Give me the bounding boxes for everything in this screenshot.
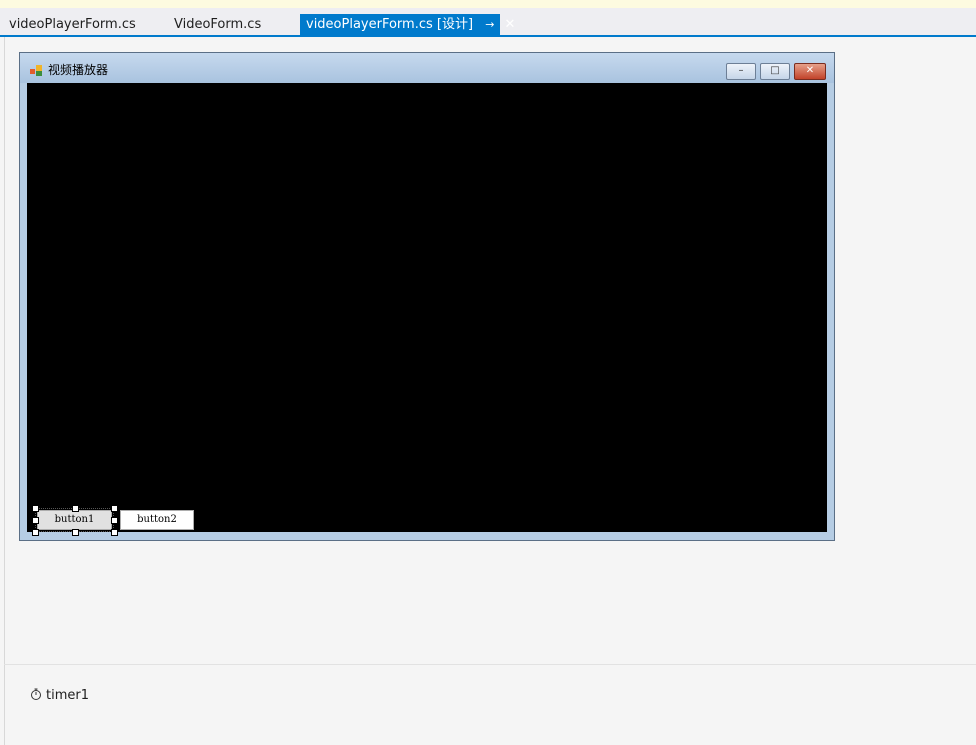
- resize-handle[interactable]: [111, 529, 118, 536]
- resize-handle[interactable]: [32, 517, 39, 524]
- resize-handle[interactable]: [111, 517, 118, 524]
- pin-icon[interactable]: →: [485, 14, 494, 35]
- resize-handle[interactable]: [32, 529, 39, 536]
- minimize-icon[interactable]: –: [726, 63, 756, 80]
- form-app-icon: [30, 65, 42, 76]
- tab-videoplayerform-design[interactable]: videoPlayerForm.cs [设计] → ✕: [300, 14, 515, 35]
- component-tray: [4, 665, 976, 745]
- tab-label: videoPlayerForm.cs: [9, 17, 136, 32]
- resize-handle[interactable]: [32, 505, 39, 512]
- form-title-bar[interactable]: 视频播放器 – □ ✕: [20, 53, 834, 83]
- close-icon[interactable]: ✕: [794, 63, 826, 80]
- tab-videoform-cs[interactable]: VideoForm.cs: [168, 16, 267, 34]
- resize-handle[interactable]: [72, 505, 79, 512]
- resize-handle[interactable]: [72, 529, 79, 536]
- video-client-area[interactable]: button1 button2: [27, 83, 827, 536]
- tab-videoplayerform-cs[interactable]: videoPlayerForm.cs: [3, 16, 142, 34]
- tab-label: VideoForm.cs: [174, 17, 262, 32]
- close-icon[interactable]: ✕: [505, 14, 516, 35]
- designed-form[interactable]: 视频播放器 – □ ✕ button1 button2: [19, 52, 835, 541]
- resize-handle[interactable]: [111, 505, 118, 512]
- document-tab-bar: videoPlayerForm.cs VideoForm.cs videoPla…: [0, 8, 976, 35]
- timer-label: timer1: [46, 688, 89, 703]
- tab-label: videoPlayerForm.cs [设计]: [306, 17, 474, 32]
- stopwatch-icon: [31, 688, 41, 700]
- timer1-component[interactable]: timer1: [30, 688, 89, 703]
- maximize-icon[interactable]: □: [760, 63, 790, 80]
- button2[interactable]: button2: [120, 510, 194, 530]
- form-title: 视频播放器: [48, 63, 109, 77]
